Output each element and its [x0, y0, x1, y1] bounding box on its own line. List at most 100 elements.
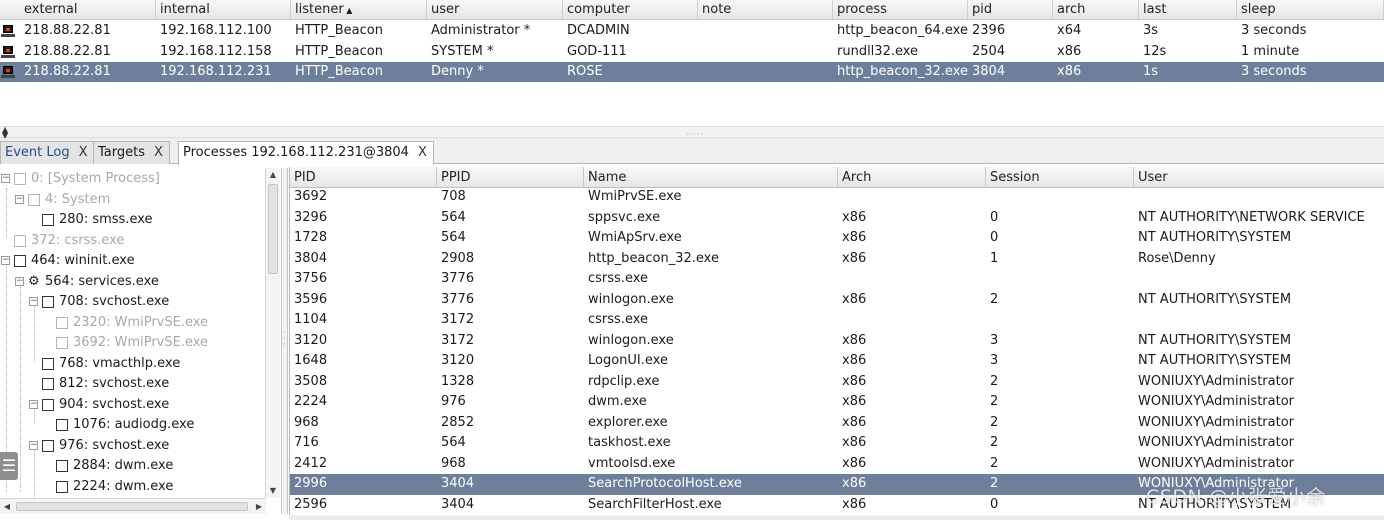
tree-node[interactable]: − 464: wininit.exe: [0, 251, 264, 271]
table-row[interactable]: 1648 3120 LogonUI.exe x86 3 NT AUTHORITY\SYST…: [290, 351, 1384, 372]
tree-node[interactable]: − 904: svchost.exe: [0, 395, 264, 415]
column-header-computer[interactable]: computer: [563, 0, 698, 20]
tree-node[interactable]: − 976: svchost.exe: [0, 436, 264, 456]
process-node-icon: [14, 255, 26, 267]
monitor-screen: [3, 45, 13, 54]
column-header-note[interactable]: note: [698, 0, 833, 20]
table-row[interactable]: 716 564 taskhost.exe x86 2 WONIUXY\Administra…: [290, 433, 1384, 454]
scroll-down-icon[interactable]: ▼: [266, 484, 280, 498]
tree-node-label: 280: smss.exe: [59, 212, 153, 227]
tab-close-icon[interactable]: X: [154, 145, 163, 160]
process-arch: x86: [842, 353, 867, 368]
column-header-name[interactable]: Name: [584, 167, 838, 188]
column-header-last[interactable]: last: [1139, 0, 1237, 20]
tree-node[interactable]: − 4: System: [0, 190, 264, 210]
column-header-sleep[interactable]: sleep: [1237, 0, 1384, 20]
tree-node[interactable]: − 0: [System Process]: [0, 169, 264, 189]
beacon-pid: 2504: [972, 43, 1006, 59]
column-header-arch[interactable]: Arch: [838, 167, 986, 188]
scroll-thumb[interactable]: [268, 184, 278, 274]
table-row[interactable]: 2224 976 dwm.exe x86 2 WONIUXY\Administrator: [290, 392, 1384, 413]
tree-node[interactable]: − 708: svchost.exe: [0, 292, 264, 312]
process-ppid: 564: [441, 435, 466, 450]
column-header-internal[interactable]: internal: [156, 0, 291, 20]
scroll-thumb[interactable]: [16, 502, 248, 511]
tree-node[interactable]: 1076: audiodg.exe: [0, 415, 264, 435]
tree-node[interactable]: − ⚙ 564: services.exe: [0, 272, 264, 292]
tree-node[interactable]: 812: svchost.exe: [0, 374, 264, 394]
table-row[interactable]: 1104 3172 csrss.exe: [290, 310, 1384, 331]
process-user: NT AUTHORITY\SYSTEM: [1138, 353, 1292, 368]
table-row[interactable]: 968 2852 explorer.exe x86 2 WONIUXY\Administr…: [290, 413, 1384, 434]
column-header-process[interactable]: process: [833, 0, 968, 20]
tree-node-label: 372: csrss.exe: [31, 232, 125, 248]
process-arch: x86: [842, 455, 867, 471]
table-row[interactable]: 3804 2908 http_beacon_32.exe x86 1 Rose\Denny: [290, 249, 1384, 270]
tree-table-divider[interactable]: · · ·: [282, 168, 288, 514]
scroll-left-icon[interactable]: ◀: [0, 499, 14, 514]
tree-node[interactable]: 3692: WmiPrvSE.exe: [0, 333, 264, 353]
column-header-external[interactable]: external: [20, 0, 156, 20]
tab-close-icon[interactable]: X: [418, 145, 427, 160]
tab-processes[interactable]: Processes 192.168.112.231@3804 X: [178, 141, 434, 165]
collapse-icon[interactable]: −: [29, 440, 38, 450]
beacon-external: 218.88.22.81: [24, 43, 111, 59]
column-header-pid[interactable]: pid: [968, 0, 1053, 20]
column-header-ppid[interactable]: PPID: [437, 167, 584, 188]
beacon-row[interactable]: 218.88.22.81 192.168.112.100 HTTP_Beacon Ad…: [0, 21, 1384, 41]
divider-grip-icon[interactable]: · · ·: [283, 329, 286, 350]
collapse-icon[interactable]: −: [1, 174, 10, 183]
monitor-base: [1, 54, 15, 58]
process-name: taskhost.exe: [588, 435, 671, 450]
tree-vertical-scrollbar[interactable]: ▲ ▼: [265, 168, 280, 498]
tab-targets[interactable]: Targets X: [93, 141, 170, 164]
table-row[interactable]: 2412 968 vmtoolsd.exe x86 2 WONIUXY\Administr…: [290, 454, 1384, 475]
collapse-icon[interactable]: −: [15, 194, 24, 204]
collapse-icon[interactable]: −: [15, 276, 24, 286]
table-row[interactable]: 1728 564 WmiApSrv.exe x86 0 NT AUTHORITY\SYST…: [290, 228, 1384, 249]
process-arch: x86: [842, 476, 867, 491]
table-row[interactable]: 3296 564 sppsvc.exe x86 0 NT AUTHORITY\NETWOR…: [290, 208, 1384, 229]
process-ppid: 708: [441, 189, 466, 204]
beacon-table: external internal listener ▲ user computer no…: [0, 0, 1384, 126]
process-arch: x86: [842, 373, 867, 389]
pane-splitter[interactable]: ▲ ▼ ·····: [0, 126, 1384, 140]
tree-node[interactable]: 2320: WmiPrvSE.exe: [0, 313, 264, 333]
tree-node[interactable]: 372: csrss.exe: [0, 231, 264, 251]
collapse-icon[interactable]: −: [29, 399, 38, 409]
beacon-row[interactable]: 218.88.22.81 192.168.112.231 HTTP_Beacon De…: [0, 62, 1384, 82]
collapse-icon[interactable]: −: [29, 297, 38, 306]
column-header-session[interactable]: Session: [986, 167, 1134, 188]
table-row[interactable]: 3120 3172 winlogon.exe x86 3 NT AUTHORITY\SYS…: [290, 331, 1384, 352]
tab-event-log[interactable]: Event Log X: [0, 141, 95, 164]
beacon-listener: HTTP_Beacon: [295, 43, 383, 59]
column-header-user[interactable]: User: [1134, 167, 1384, 188]
table-row[interactable]: 3508 1328 rdpclip.exe x86 2 WONIUXY\Administr…: [290, 372, 1384, 393]
process-pid: 3508: [294, 373, 328, 389]
collapse-icon[interactable]: −: [1, 256, 10, 265]
table-row[interactable]: 3596 3776 winlogon.exe x86 2 NT AUTHORITY\SYS…: [290, 290, 1384, 311]
column-header-listener[interactable]: listener ▲: [291, 0, 427, 20]
column-header-arch[interactable]: arch: [1053, 0, 1139, 20]
tree-node[interactable]: 280: smss.exe: [0, 210, 264, 230]
column-header-pid[interactable]: PID: [290, 167, 437, 188]
tree-node[interactable]: 768: vmacthlp.exe: [0, 354, 264, 374]
process-pid: 2996: [294, 476, 328, 491]
process-tree[interactable]: −0: [System Process] −4: System 280: smss.…: [0, 168, 282, 514]
column-header-user[interactable]: user: [427, 0, 563, 20]
tree-node[interactable]: 2884: dwm.exe: [0, 456, 264, 476]
scroll-up-icon[interactable]: ▲: [266, 168, 280, 182]
tree-node-label: 3692: WmiPrvSE.exe: [73, 335, 209, 350]
tree-horizontal-scrollbar[interactable]: ◀ ▶: [0, 498, 266, 514]
process-pid: 3692: [294, 189, 328, 204]
tab-close-icon[interactable]: X: [79, 145, 88, 160]
table-row[interactable]: 3756 3776 csrss.exe: [290, 269, 1384, 290]
scroll-right-icon[interactable]: ▶: [252, 499, 266, 514]
tree-node[interactable]: 2224: dwm.exe: [0, 477, 264, 497]
table-row[interactable]: 3692 708 WmiPrvSE.exe: [290, 187, 1384, 208]
process-name: http_beacon_32.exe: [588, 250, 719, 266]
process-name: vmtoolsd.exe: [588, 455, 676, 471]
menu-icon[interactable]: ☰: [0, 452, 18, 480]
beacon-row[interactable]: 218.88.22.81 192.168.112.158 HTTP_Beacon SY…: [0, 41, 1384, 62]
beacon-last: 3s: [1143, 23, 1159, 38]
